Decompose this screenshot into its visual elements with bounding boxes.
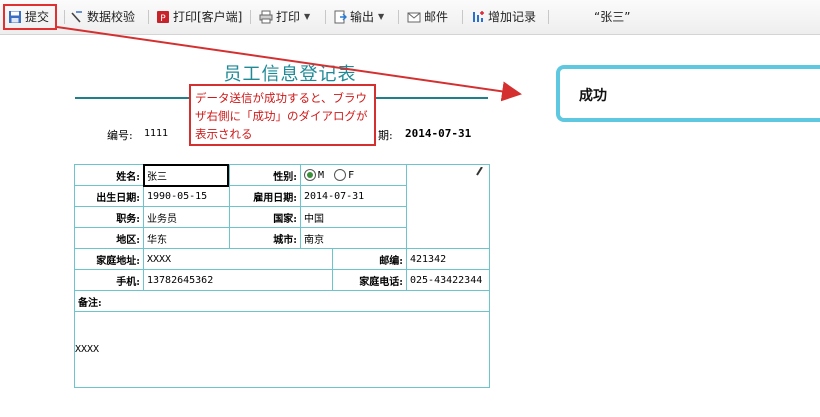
annotation-callout: データ送信が成功すると、ブラウザ右側に「成功」のダイアログが表示される	[189, 84, 376, 146]
pdf-icon: P	[156, 10, 170, 24]
page-title: 员工信息登记表	[223, 64, 357, 85]
address-field[interactable]: XXXX	[143, 248, 333, 270]
table-row: 手机: 13782645362 家庭电话: 025-43422344	[74, 269, 490, 291]
output-label: 输出	[350, 10, 375, 24]
toolbar-separator	[548, 10, 549, 24]
toolbar-separator	[250, 10, 251, 24]
mail-button[interactable]: 邮件	[407, 8, 448, 26]
name-label: 姓名:	[74, 164, 144, 186]
table-row: 家庭地址: XXXX 邮编: 421342	[74, 248, 490, 270]
birth-date-label: 出生日期:	[74, 185, 144, 207]
region-field[interactable]: 华东	[143, 227, 230, 249]
gender-radio-m[interactable]	[304, 169, 316, 181]
table-row: 姓名: 张三 性别: M F	[74, 164, 490, 249]
hire-date-label: 雇用日期:	[229, 185, 301, 207]
current-record-name: “张三”	[594, 10, 631, 24]
gender-radio-f[interactable]	[334, 169, 347, 181]
success-dialog: 成功	[556, 65, 820, 122]
validate-icon	[70, 10, 84, 24]
remarks-label: 备注:	[74, 290, 490, 312]
date-label: 期:	[378, 129, 393, 142]
add-record-label: 增加记录	[488, 10, 537, 24]
add-record-icon	[471, 10, 485, 24]
zip-field[interactable]: 421342	[406, 248, 490, 270]
position-field[interactable]: 业务员	[143, 206, 230, 228]
toolbar-separator	[64, 10, 65, 24]
chevron-down-icon: ▼	[304, 12, 311, 21]
hire-date-field[interactable]: 2014-07-31	[300, 185, 407, 207]
export-icon	[333, 10, 347, 24]
toolbar-separator	[325, 10, 326, 24]
mail-icon	[407, 10, 421, 24]
home-phone-label: 家庭电话:	[332, 269, 407, 291]
zip-label: 邮编:	[332, 248, 407, 270]
printer-icon	[259, 10, 273, 24]
remarks-field[interactable]: XXXX	[74, 311, 490, 388]
photo-area[interactable]	[406, 164, 490, 249]
svg-text:P: P	[160, 14, 166, 24]
validate-label: 数据校验	[87, 10, 136, 24]
number-label: 编号:	[107, 129, 133, 142]
toolbar-separator	[148, 10, 149, 24]
toolbar: 提交 数据校验 P 打印[客户端] 打印 ▼ 输出 ▼ 邮件 增加记录 “张三”	[0, 0, 820, 35]
print-button[interactable]: 打印 ▼	[259, 8, 310, 26]
submit-highlight	[3, 4, 57, 30]
mail-label: 邮件	[424, 10, 449, 24]
validate-button[interactable]: 数据校验	[70, 8, 135, 26]
address-label: 家庭地址:	[74, 248, 144, 270]
gender-label: 性别:	[229, 164, 301, 186]
employee-form-table: 姓名: 张三 性别: M F 出生日期: 1990-05-15 雇用日期: 20…	[74, 164, 490, 388]
date-value: 2014-07-31	[405, 127, 472, 140]
success-message: 成功	[579, 88, 607, 104]
home-phone-field[interactable]: 025-43422344	[406, 269, 490, 291]
toolbar-separator	[398, 10, 399, 24]
city-field[interactable]: 南京	[300, 227, 407, 249]
gender-m-label: M	[318, 170, 325, 181]
print-label: 打印	[276, 10, 301, 24]
pencil-icon[interactable]	[475, 166, 483, 180]
region-label: 地区:	[74, 227, 144, 249]
country-label: 国家:	[229, 206, 301, 228]
number-value: 1111	[144, 128, 169, 139]
output-button[interactable]: 输出 ▼	[333, 8, 384, 26]
position-label: 职务:	[74, 206, 144, 228]
city-label: 城市:	[229, 227, 301, 249]
toolbar-separator	[462, 10, 463, 24]
mobile-label: 手机:	[74, 269, 144, 291]
gender-field: M F	[300, 164, 407, 186]
name-field-focus	[143, 164, 229, 187]
table-row: XXXX	[74, 311, 490, 388]
chevron-down-icon: ▼	[378, 12, 385, 21]
add-record-button[interactable]: 增加记录	[471, 8, 536, 26]
mobile-field[interactable]: 13782645362	[143, 269, 333, 291]
print-client-label: 打印[客户端]	[173, 10, 243, 24]
print-client-button[interactable]: P 打印[客户端]	[156, 8, 242, 26]
gender-f-label: F	[348, 170, 355, 181]
birth-date-field[interactable]: 1990-05-15	[143, 185, 230, 207]
country-field[interactable]: 中国	[300, 206, 407, 228]
table-row: 备注:	[74, 290, 490, 312]
